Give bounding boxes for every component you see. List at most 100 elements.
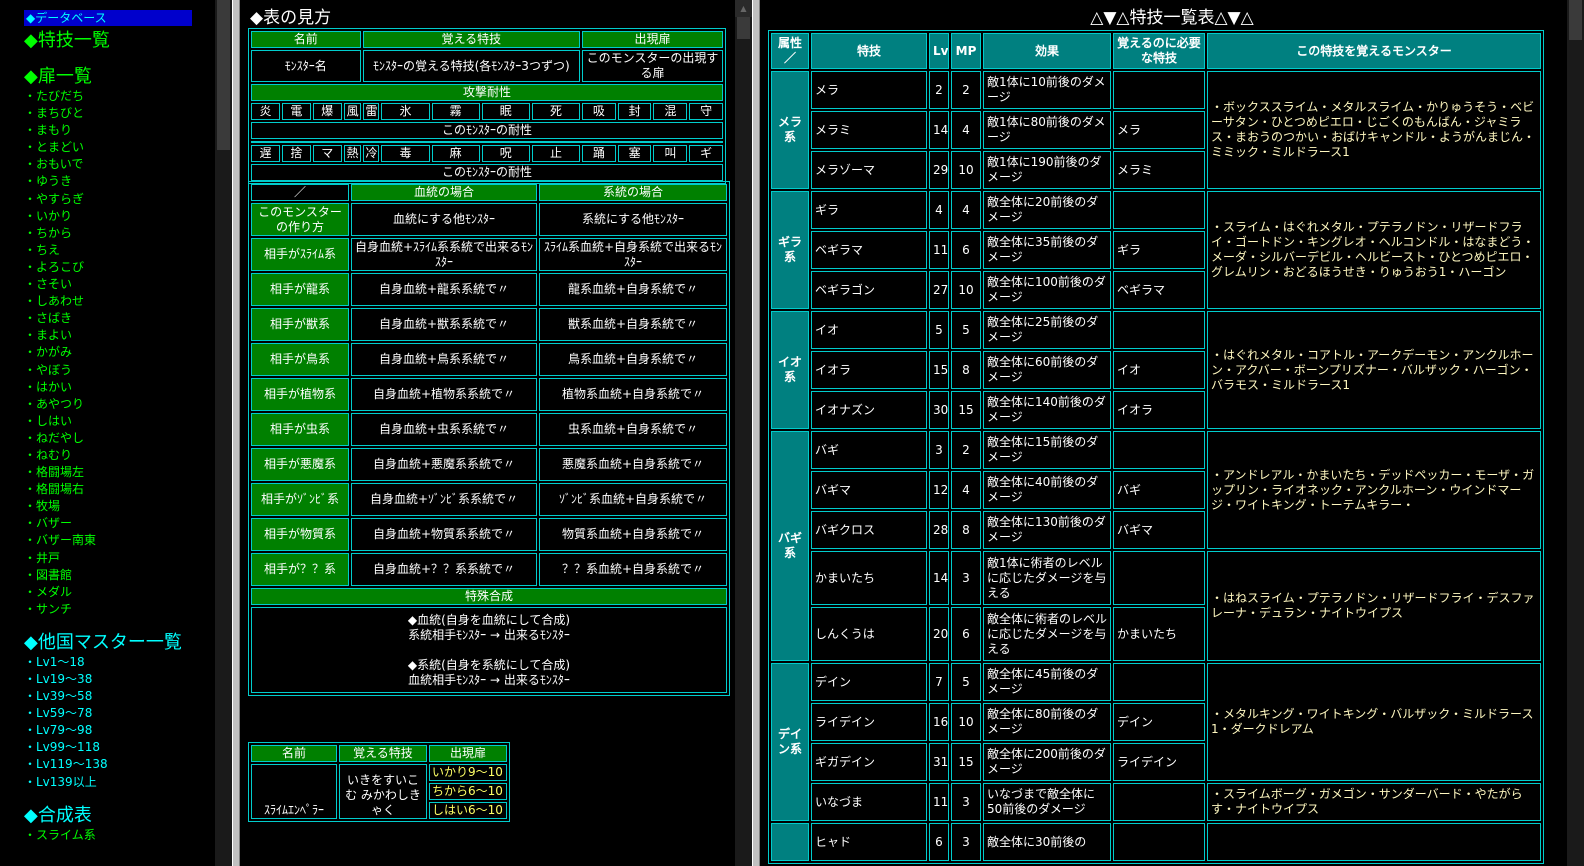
synthesis-partner-label: 相手が虫系 bbox=[251, 413, 349, 446]
door-link[interactable]: ・ねだやし bbox=[24, 430, 232, 447]
attack-resist-cell: 氷 bbox=[381, 103, 430, 120]
legend-header-name: 名前 bbox=[251, 31, 361, 48]
skill-level: 12 bbox=[929, 471, 949, 509]
legend-attack-resist: 攻撃耐性 bbox=[251, 84, 723, 101]
attack-resist-cell: 電 bbox=[281, 103, 311, 120]
door-link[interactable]: ・しあわせ bbox=[24, 293, 232, 310]
door-link[interactable]: ・図書館 bbox=[24, 567, 232, 584]
door-link[interactable]: ・メダル bbox=[24, 584, 232, 601]
door-link[interactable]: ・とまどい bbox=[24, 139, 232, 156]
skill-attribute bbox=[771, 823, 809, 861]
status-resist-cell: 叫 bbox=[653, 145, 688, 162]
scroll-up-arrow-icon[interactable]: ▲ bbox=[735, 0, 752, 17]
skill-prereq: イオラ bbox=[1113, 391, 1205, 429]
door-link[interactable]: ・牧場 bbox=[24, 498, 232, 515]
frame-divider-right[interactable] bbox=[752, 0, 760, 866]
door-link[interactable]: ・格闘場左 bbox=[24, 464, 232, 481]
door-link[interactable]: ・サンチ bbox=[24, 601, 232, 618]
door-link[interactable]: ・まもり bbox=[24, 122, 232, 139]
skill-mp: 6 bbox=[951, 607, 981, 661]
nav-scrollbar[interactable] bbox=[215, 0, 232, 866]
door-link[interactable]: ・やぼう bbox=[24, 362, 232, 379]
door-link[interactable]: ・よろこび bbox=[24, 259, 232, 276]
door-link[interactable]: ・しはい bbox=[24, 413, 232, 430]
synthesis-partner-label: 相手が鳥系 bbox=[251, 343, 349, 376]
skill-mp: 4 bbox=[951, 191, 981, 229]
skills-header-cell: 効果 bbox=[983, 33, 1111, 69]
legend-scrollbar-thumb[interactable] bbox=[737, 17, 750, 39]
skills-header-cell: 覚えるのに必要な特技 bbox=[1113, 33, 1205, 69]
master-link[interactable]: ・Lv139以上 bbox=[24, 774, 232, 791]
door-link[interactable]: ・はかい bbox=[24, 379, 232, 396]
attack-resist-cell: 雷 bbox=[362, 103, 380, 120]
master-link[interactable]: ・Lv19～38 bbox=[24, 671, 232, 688]
master-link[interactable]: ・Lv1～18 bbox=[24, 654, 232, 671]
door-link[interactable]: ・ちから bbox=[24, 225, 232, 242]
skill-name: ギラ bbox=[811, 191, 927, 229]
skills-scrollbar-thumb[interactable] bbox=[1569, 0, 1582, 40]
nav-masters-heading[interactable]: ◆他国マスター一覧 bbox=[24, 632, 232, 654]
door-link[interactable]: ・バザー南東 bbox=[24, 532, 232, 549]
synthesis-make-label: このモンスターの作り方 bbox=[251, 203, 349, 236]
master-link[interactable]: ・Lv59～78 bbox=[24, 705, 232, 722]
nav-scrollbar-thumb[interactable] bbox=[217, 0, 230, 150]
door-link[interactable]: ・まちびと bbox=[24, 105, 232, 122]
skill-level: 16 bbox=[929, 703, 949, 741]
synthesis-blood-result: 自身血統+？？系系統で〃 bbox=[351, 553, 537, 586]
skills-scrollbar[interactable] bbox=[1567, 0, 1584, 866]
master-link[interactable]: ・Lv99～118 bbox=[24, 739, 232, 756]
skill-monsters: ・メタルキング・ワイトキング・バルザック・ミルドラース1・ダークドレアム bbox=[1207, 663, 1541, 781]
door-link[interactable]: ・井戸 bbox=[24, 550, 232, 567]
door-link[interactable]: ・たびだち bbox=[24, 88, 232, 105]
skills-frame: △▼△特技一覧表△▼△ 属性／ 特技 Lv MP 効果 覚えるのに必要な特技 この特技を覚え… bbox=[760, 0, 1584, 866]
door-link[interactable]: ・あやつり bbox=[24, 396, 232, 413]
master-link[interactable]: ・Lv119～138 bbox=[24, 756, 232, 773]
skill-mp: 10 bbox=[951, 151, 981, 189]
skills-header-cell: 属性／ bbox=[771, 33, 809, 69]
door-link[interactable]: ・ゆうき bbox=[24, 173, 232, 190]
skills-header-cell: MP bbox=[951, 33, 981, 69]
door-link[interactable]: ・格闘場右 bbox=[24, 481, 232, 498]
monster-header-door: 出現扉 bbox=[429, 745, 507, 762]
synthesis-partner-label: 相手が悪魔系 bbox=[251, 448, 349, 481]
synthesis-line-result: 悪魔系血統+自身系統で〃 bbox=[539, 448, 727, 481]
skill-prereq bbox=[1113, 431, 1205, 469]
synthesis-header-blood: 血統の場合 bbox=[351, 184, 537, 201]
status-resist-cell: 止 bbox=[531, 145, 581, 162]
door-link[interactable]: ・いかり bbox=[24, 208, 232, 225]
special-blood-desc: 系統相手ﾓﾝｽﾀｰ → 出来るﾓﾝｽﾀｰ bbox=[408, 627, 570, 642]
synthesis-row: 相手が龍系 自身血統+龍系系統で〃 龍系血統+自身系統で〃 bbox=[251, 273, 727, 306]
skill-prereq bbox=[1113, 311, 1205, 349]
door-link[interactable]: ・おもいで bbox=[24, 156, 232, 173]
master-link[interactable]: ・Lv79～98 bbox=[24, 722, 232, 739]
door-link[interactable]: ・ねむり bbox=[24, 447, 232, 464]
skill-row: いなづま 11 3 いなづまで敵全体に50前後のダメージ ・スライムボーグ・ガメゴン・サ… bbox=[771, 783, 1541, 821]
door-link[interactable]: ・かがみ bbox=[24, 344, 232, 361]
door-link[interactable]: ・ちえ bbox=[24, 242, 232, 259]
door-link[interactable]: ・まよい bbox=[24, 327, 232, 344]
attack-resist-cell: 混 bbox=[653, 103, 688, 120]
door-link[interactable]: ・さそい bbox=[24, 276, 232, 293]
nav-synthesis-heading[interactable]: ◆合成表 bbox=[24, 805, 232, 827]
legend-scrollbar[interactable]: ▲ bbox=[735, 0, 752, 866]
nav-doors-heading[interactable]: ◆扉一覧 bbox=[24, 66, 232, 88]
attack-resist-cell: 眠 bbox=[481, 103, 530, 120]
frame-divider-left[interactable] bbox=[232, 0, 240, 866]
nav-skills-link[interactable]: ◆特技一覧 bbox=[24, 30, 232, 52]
door-link[interactable]: ・さばき bbox=[24, 310, 232, 327]
skill-row: メラ系 メラ 2 2 敵1体に10前後のダメージ ・ボックススライム・メタルスライム・かり… bbox=[771, 71, 1541, 189]
skill-level: 29 bbox=[929, 151, 949, 189]
monster-door-3: しはい6～10 bbox=[429, 802, 507, 819]
skills-header-cell: Lv bbox=[929, 33, 949, 69]
skill-effect: 敵全体に45前後のダメージ bbox=[983, 663, 1111, 701]
master-link[interactable]: ・Lv39～58 bbox=[24, 688, 232, 705]
synthesis-link[interactable]: ・スライム系 bbox=[24, 827, 232, 844]
legend-resist-label-2: このﾓﾝｽﾀｰの耐性 bbox=[251, 164, 723, 181]
door-link[interactable]: ・やすらぎ bbox=[24, 191, 232, 208]
skill-mp: 10 bbox=[951, 271, 981, 309]
door-link[interactable]: ・バザー bbox=[24, 515, 232, 532]
nav-database-link[interactable]: ◆データベース bbox=[24, 10, 192, 26]
skill-level: 27 bbox=[929, 271, 949, 309]
skill-prereq bbox=[1113, 663, 1205, 701]
skill-row: かまいたち 14 3 敵1体に術者のレベルに応じたダメージを与える ・はねスライム・プテ… bbox=[771, 551, 1541, 661]
